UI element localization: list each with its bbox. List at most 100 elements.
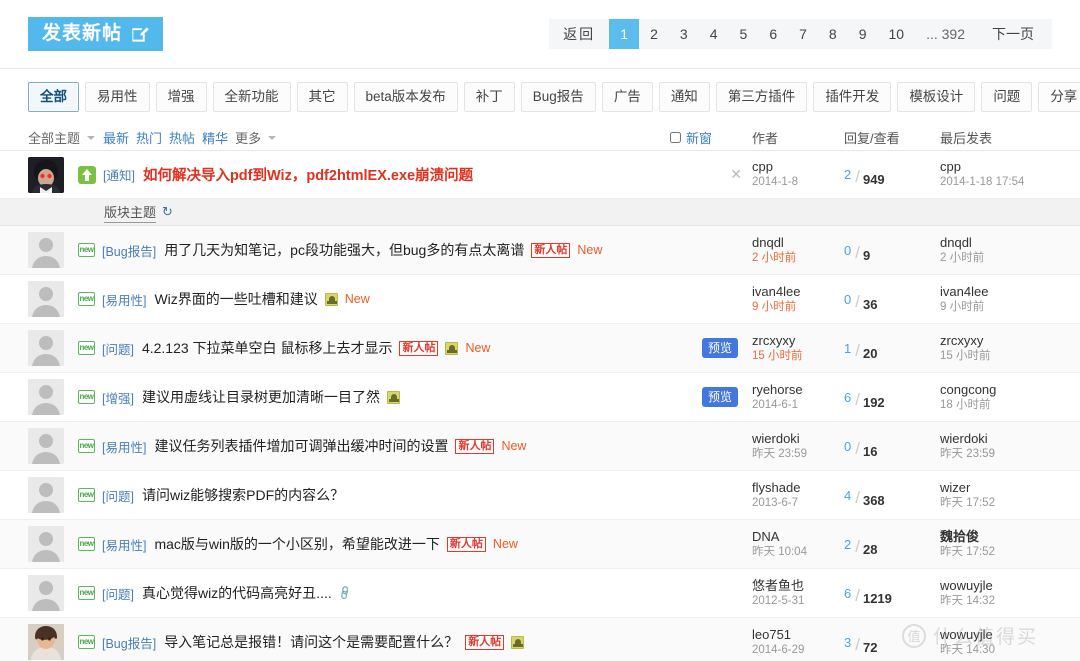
chevron-down-icon-more[interactable]: [268, 135, 277, 140]
thread-title-link[interactable]: 如何解决导入pdf到Wiz，pdf2htmlEX.exe崩溃问题: [143, 164, 473, 185]
new-window-checkbox[interactable]: [670, 132, 681, 143]
category-tab-beta-release[interactable]: beta版本发布: [353, 82, 458, 112]
pagination-page-8[interactable]: 8: [818, 19, 848, 49]
refresh-icon[interactable]: ↻: [162, 204, 173, 220]
category-tab-patch[interactable]: 补丁: [463, 82, 515, 112]
preview-button[interactable]: 预览: [701, 387, 738, 407]
chevron-down-icon[interactable]: [87, 135, 96, 140]
avatar[interactable]: [28, 575, 64, 611]
thread-last-author[interactable]: dnqdl: [940, 235, 1052, 251]
category-tab-usability[interactable]: 易用性: [85, 82, 150, 112]
sort-popular[interactable]: 热门: [136, 128, 162, 147]
thread-row[interactable]: new [问题] 请问wiz能够搜索PDF的内容么？ flyshade 2013-6-7…: [0, 471, 1080, 520]
thread-category-label[interactable]: [问题]: [102, 339, 134, 358]
thread-last-author[interactable]: 魏拾俊: [940, 529, 1052, 545]
thread-title-link[interactable]: mac版与win版的一个小区别，希望能改进一下: [154, 534, 439, 554]
thread-author-name[interactable]: ryehorse: [752, 382, 844, 398]
pagination-page-1[interactable]: 1: [609, 19, 640, 49]
pagination-page-3[interactable]: 3: [669, 19, 699, 49]
category-tab-template-design[interactable]: 模板设计: [897, 82, 976, 112]
avatar[interactable]: [28, 428, 64, 464]
thread-category-label[interactable]: [增强]: [102, 388, 134, 407]
pagination-page-6[interactable]: 6: [758, 19, 788, 49]
thread-row[interactable]: new [Bug报告] 用了几天为知笔记，pc段功能强大，但bug多的有点太离谱 新人…: [0, 226, 1080, 275]
category-tab-plugin-dev[interactable]: 插件开发: [813, 82, 892, 112]
category-tab-third-party-plugin[interactable]: 第三方插件: [715, 82, 808, 112]
thread-title-link[interactable]: Wiz界面的一些吐槽和建议: [154, 289, 317, 309]
preview-button[interactable]: 预览: [701, 338, 738, 358]
thread-title-link[interactable]: 建议任务列表插件增加可调弹出缓冲时间的设置: [154, 436, 448, 456]
sort-hot[interactable]: 热帖: [169, 128, 195, 147]
avatar[interactable]: [28, 379, 64, 415]
thread-author-name[interactable]: zrcxyxy: [752, 333, 844, 349]
thread-author-name[interactable]: cpp: [752, 159, 844, 175]
pagination-last-page[interactable]: ... 392: [915, 19, 976, 49]
thread-category-label[interactable]: [易用性]: [102, 535, 146, 554]
thread-row[interactable]: new [易用性] 建议任务列表插件增加可调弹出缓冲时间的设置 新人帖 New wierd…: [0, 422, 1080, 471]
thread-author-name[interactable]: flyshade: [752, 480, 844, 496]
thread-title-link[interactable]: 请问wiz能够搜索PDF的内容么？: [142, 485, 344, 505]
category-tab-share[interactable]: 分享: [1038, 82, 1080, 112]
thread-last-author[interactable]: ivan4lee: [940, 284, 1052, 300]
category-tab-other[interactable]: 其它: [296, 82, 348, 112]
sort-latest[interactable]: 最新: [103, 128, 129, 147]
thread-title-link[interactable]: 用了几天为知笔记，pc段功能强大，但bug多的有点太离谱: [164, 240, 524, 260]
new-post-button[interactable]: 发表新帖: [28, 17, 164, 51]
sticky-thread-row[interactable]: [通知] 如何解决导入pdf到Wiz，pdf2htmlEX.exe崩溃问题 ✕ …: [0, 151, 1080, 199]
filter-all-topics[interactable]: 全部主题: [28, 128, 80, 147]
category-tab-question[interactable]: 问题: [981, 82, 1033, 112]
avatar[interactable]: [28, 624, 64, 660]
thread-category-label[interactable]: [易用性]: [102, 290, 146, 309]
thread-last-author[interactable]: wizer: [940, 480, 1052, 496]
new-window-toggle[interactable]: 新窗: [670, 128, 752, 147]
category-tab-notice[interactable]: 通知: [658, 82, 710, 112]
thread-author-name[interactable]: ivan4lee: [752, 284, 844, 300]
avatar[interactable]: [28, 330, 64, 366]
thread-author-name[interactable]: wierdoki: [752, 431, 844, 447]
pagination-page-2[interactable]: 2: [639, 19, 669, 49]
avatar[interactable]: [28, 232, 64, 268]
category-tab-all[interactable]: 全部: [28, 82, 79, 112]
pagination-back[interactable]: 返回: [549, 19, 609, 49]
thread-author-name[interactable]: dnqdl: [752, 235, 844, 251]
sort-digest[interactable]: 精华: [202, 128, 228, 147]
pagination-page-10[interactable]: 10: [878, 19, 916, 49]
thread-author-name[interactable]: DNA: [752, 529, 844, 545]
thread-last-author[interactable]: cpp: [940, 159, 1052, 175]
avatar[interactable]: [28, 156, 64, 193]
thread-title-link[interactable]: 导入笔记总是报错！请问这个是需要配置什么？: [164, 632, 458, 652]
thread-category-label[interactable]: [问题]: [102, 584, 134, 603]
thread-category-label[interactable]: [Bug报告]: [102, 633, 156, 652]
thread-row[interactable]: new [问题] 真心觉得wiz的代码高亮好丑.... 🔗 悠者鱼也 2012-5-31 6…: [0, 569, 1080, 618]
close-icon[interactable]: ✕: [726, 166, 746, 183]
pagination-page-9[interactable]: 9: [848, 19, 878, 49]
avatar[interactable]: [28, 477, 64, 513]
filter-more[interactable]: 更多: [235, 128, 261, 147]
pagination-page-7[interactable]: 7: [788, 19, 818, 49]
thread-author-name[interactable]: leo751: [752, 627, 844, 643]
thread-last-author[interactable]: wowuyjle: [940, 578, 1052, 594]
thread-title-link[interactable]: 真心觉得wiz的代码高亮好丑....: [142, 583, 332, 603]
thread-row[interactable]: new [易用性] Wiz界面的一些吐槽和建议 New ivan4lee 9 小时前 0/3…: [0, 275, 1080, 324]
thread-category-label[interactable]: [Bug报告]: [102, 241, 156, 260]
thread-last-author[interactable]: wierdoki: [940, 431, 1052, 447]
pagination-page-5[interactable]: 5: [729, 19, 759, 49]
category-tab-bug-report[interactable]: Bug报告: [520, 82, 596, 112]
avatar[interactable]: [28, 281, 64, 317]
thread-row[interactable]: new [易用性] mac版与win版的一个小区别，希望能改进一下 新人帖 New DNA…: [0, 520, 1080, 569]
thread-row[interactable]: new [Bug报告] 导入笔记总是报错！请问这个是需要配置什么？ 新人帖 leo751…: [0, 618, 1080, 661]
thread-category-label[interactable]: [易用性]: [102, 437, 146, 456]
thread-author-name[interactable]: 悠者鱼也: [752, 578, 844, 594]
avatar[interactable]: [28, 526, 64, 562]
thread-row[interactable]: new [增强] 建议用虚线让目录树更加清晰一目了然 预览 ryehorse 2014-6…: [0, 373, 1080, 422]
thread-last-author[interactable]: zrcxyxy: [940, 333, 1052, 349]
category-tab-ad[interactable]: 广告: [601, 82, 653, 112]
thread-row[interactable]: new [问题] 4.2.123 下拉菜单空白 鼠标移上去才显示 新人帖 New 预览 zr…: [0, 324, 1080, 373]
thread-last-author[interactable]: wowuyjle: [940, 627, 1052, 643]
category-tab-new-feature[interactable]: 全新功能: [212, 82, 291, 112]
pagination-page-4[interactable]: 4: [699, 19, 729, 49]
thread-title-link[interactable]: 4.2.123 下拉菜单空白 鼠标移上去才显示: [142, 338, 393, 358]
category-tab-enhancement[interactable]: 增强: [155, 82, 207, 112]
thread-category-label[interactable]: [问题]: [102, 486, 134, 505]
thread-title-link[interactable]: 建议用虚线让目录树更加清晰一目了然: [142, 387, 380, 407]
